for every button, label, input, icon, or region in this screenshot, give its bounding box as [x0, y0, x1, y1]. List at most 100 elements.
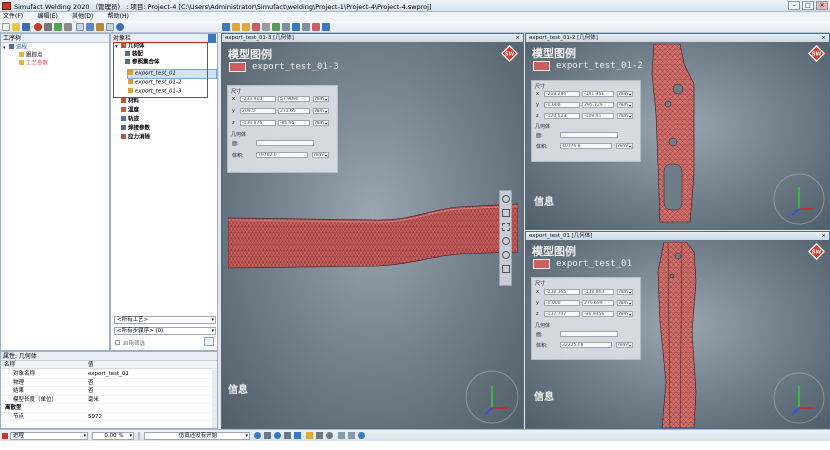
add-process-icon[interactable] — [54, 23, 62, 31]
settings-icon[interactable] — [96, 23, 104, 31]
viewport-bottom-right[interactable]: export_test_01 [几何体] × 模型图例 export_test_0… — [525, 231, 830, 429]
axis-icon[interactable] — [348, 432, 355, 439]
x-min-field[interactable]: -218.286 — [544, 91, 580, 97]
maximize-button[interactable]: □ — [802, 1, 814, 10]
stop-icon[interactable] — [44, 23, 52, 31]
view-option-6-icon[interactable] — [282, 23, 290, 31]
viewport-canvas[interactable]: 模型图例 export_test_01 SW 尺寸 x -238.365 -13… — [526, 240, 829, 428]
z-unit-select[interactable]: mm — [617, 113, 633, 119]
x-max-field[interactable]: 57.9090 — [278, 96, 310, 102]
volume-field[interactable]: 40176.8 — [560, 143, 612, 149]
y-unit-select[interactable]: mm — [617, 102, 633, 108]
layout-icon[interactable] — [106, 23, 114, 31]
process-tree-item[interactable]: ▾ 进程 — [3, 44, 27, 52]
z-unit-select[interactable]: mm — [313, 120, 329, 126]
y-max-field[interactable]: 295.729 — [582, 102, 614, 108]
view-option-9-icon[interactable] — [312, 23, 320, 31]
viewport-top-right[interactable]: export_test_01-2 [几何体] × 模型图例 export_test… — [525, 33, 830, 230]
tube-mesh-model[interactable] — [228, 202, 518, 282]
volume-field[interactable]: 79762.0 — [256, 152, 308, 158]
view-option-8-icon[interactable] — [302, 23, 310, 31]
x-unit-select[interactable]: mm — [617, 289, 633, 295]
z-min-field[interactable]: -132.707 — [544, 311, 580, 317]
y-max-field[interactable]: 271.65 — [278, 108, 310, 114]
tree-item-stress-relief[interactable]: 应力消除 — [121, 134, 150, 142]
y-unit-select[interactable]: mm — [313, 108, 329, 114]
tree-item-temperature[interactable]: 温度 — [121, 107, 139, 115]
menu-other[interactable]: 其他(D) — [72, 12, 93, 21]
help-icon[interactable] — [116, 23, 124, 31]
color-icon[interactable] — [326, 432, 333, 439]
area-field[interactable] — [560, 331, 618, 337]
z-unit-select[interactable]: mm — [617, 311, 633, 317]
volume-unit-select[interactable]: mm³ — [616, 342, 633, 348]
zoom-icon[interactable] — [502, 237, 510, 245]
process-filter-select[interactable]: <所有工艺> — [114, 316, 216, 324]
x-min-field[interactable]: -238.365 — [544, 289, 580, 295]
z-max-field[interactable]: -109.91 — [582, 113, 614, 119]
tree-item-trajectory[interactable]: 轨迹 — [121, 116, 139, 124]
x-unit-select[interactable]: mm — [313, 96, 329, 102]
tree-item-material[interactable]: 材料 — [121, 98, 139, 106]
process-tree-item[interactable]: 工艺参数 — [19, 60, 48, 68]
play-icon[interactable] — [254, 432, 261, 439]
filter-settings-button[interactable] — [204, 337, 214, 346]
property-row[interactable]: 物理 否 — [1, 379, 216, 387]
grid-icon[interactable] — [76, 23, 84, 31]
z-max-field[interactable]: -86.95 — [278, 120, 310, 126]
apply-filter-checkbox[interactable] — [115, 340, 120, 345]
scrollbar[interactable] — [212, 370, 217, 428]
z-max-field[interactable]: -36.9456 — [582, 311, 614, 317]
x-unit-select[interactable]: mm — [617, 91, 633, 97]
chart-icon[interactable] — [338, 432, 345, 439]
viewport-canvas[interactable]: 模型图例 export_test_01-2 SW 尺寸 x -218.286 -… — [526, 42, 829, 229]
mesh-icon[interactable] — [306, 432, 313, 439]
light-icon[interactable] — [316, 432, 323, 439]
expand-icon[interactable]: ▾ — [3, 45, 7, 51]
step-filter-select[interactable]: <所有步骤序> (0) — [114, 327, 216, 335]
fit-view-icon[interactable] — [502, 223, 510, 231]
close-icon[interactable]: × — [821, 232, 826, 240]
property-row[interactable]: 节点 5972 — [1, 413, 216, 421]
x-max-field[interactable]: -138.863 — [582, 289, 614, 295]
viewport-main[interactable]: export_test_01-3 [几何体] × 模型图例 export_test… — [221, 33, 524, 429]
bracket-mesh-model[interactable] — [650, 44, 700, 224]
rotate-icon[interactable] — [502, 195, 510, 203]
camera-icon[interactable] — [294, 432, 301, 439]
menu-help[interactable]: 帮助(H) — [108, 12, 129, 21]
z-min-field[interactable]: -130.876 — [240, 120, 276, 126]
select-icon[interactable] — [502, 265, 510, 273]
process-tree-item[interactable]: 跟踪点 — [19, 52, 43, 60]
pause-icon[interactable] — [264, 432, 271, 439]
filter-icon[interactable] — [208, 34, 216, 43]
record-icon[interactable] — [274, 432, 281, 439]
y-min-field[interactable]: -0.000 — [544, 102, 580, 108]
view-option-3-icon[interactable] — [252, 23, 260, 31]
view-option-7-icon[interactable] — [292, 23, 300, 31]
property-row[interactable]: 离散型 — [1, 404, 216, 413]
area-field[interactable] — [560, 132, 618, 138]
y-min-field[interactable]: -0.000 — [544, 300, 580, 306]
minimize-button[interactable]: – — [788, 1, 800, 10]
view-option-4-icon[interactable] — [262, 23, 270, 31]
y-max-field[interactable]: 276.699 — [582, 300, 614, 306]
volume-field[interactable]: 222253.8 — [560, 342, 612, 348]
pillar-mesh-model[interactable] — [656, 242, 702, 428]
area-field[interactable] — [256, 140, 314, 146]
report-icon[interactable] — [86, 23, 94, 31]
stop-icon[interactable] — [284, 432, 291, 439]
volume-unit-select[interactable]: mm³ — [312, 152, 329, 158]
property-row[interactable]: 对象名称 export_test_01 — [1, 370, 216, 379]
new-project-icon[interactable] — [2, 23, 10, 31]
close-button[interactable]: × — [816, 1, 828, 10]
help-icon[interactable] — [358, 432, 365, 439]
view-mode-icon[interactable] — [222, 23, 230, 31]
property-row[interactable]: 结果 否 — [1, 387, 216, 396]
close-icon[interactable]: × — [821, 34, 826, 42]
z-min-field[interactable]: -120.023 — [544, 113, 580, 119]
view-option-icon[interactable] — [232, 23, 240, 31]
volume-unit-select[interactable]: mm³ — [616, 143, 633, 149]
menu-edit[interactable]: 编辑(E) — [37, 12, 57, 21]
view-option-5-icon[interactable] — [272, 23, 280, 31]
search-icon[interactable] — [502, 251, 510, 259]
